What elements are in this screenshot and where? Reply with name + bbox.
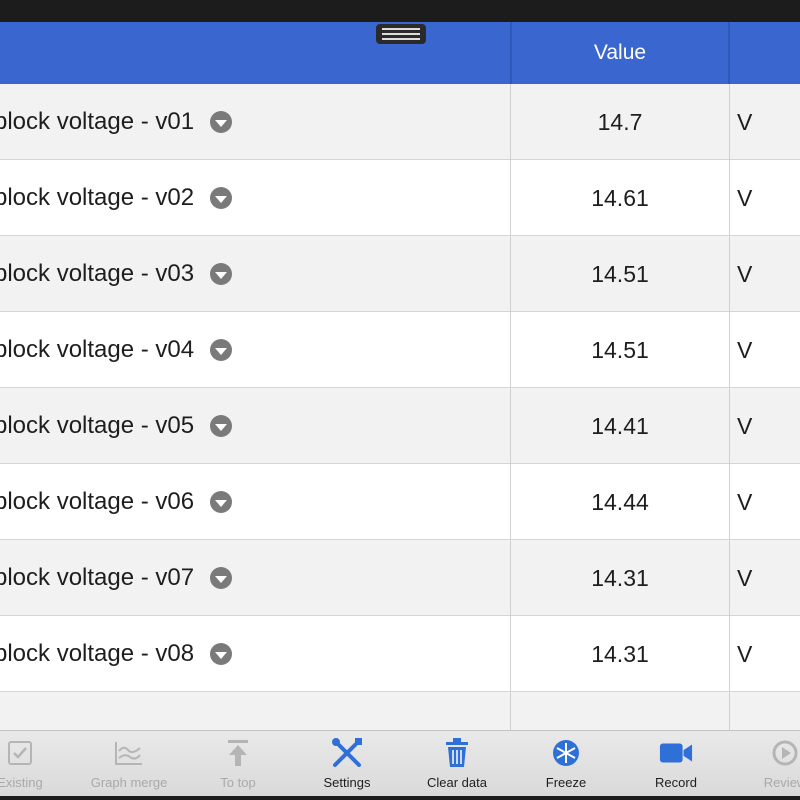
snowflake-icon	[549, 736, 583, 770]
header-divider	[728, 22, 730, 84]
parameter-name: block voltage - v06	[0, 488, 195, 515]
tools-icon	[330, 736, 364, 770]
parameter-value: 14.41	[591, 412, 649, 439]
parameter-unit: V	[737, 640, 753, 667]
bottom-toolbar: Existing Graph merge To top Settings Cle…	[0, 730, 800, 800]
data-table[interactable]: block voltage - v01 14.7 V block voltage…	[0, 84, 800, 730]
clear-data-button[interactable]: Clear data	[402, 731, 512, 797]
to-top-button[interactable]: To top	[183, 731, 293, 797]
dropdown-icon[interactable]	[210, 263, 232, 285]
video-camera-icon	[659, 736, 693, 770]
parameter-value: 14.61	[591, 184, 649, 211]
settings-button[interactable]: Settings	[292, 731, 402, 797]
arrow-to-top-icon	[221, 736, 255, 770]
existing-button[interactable]: Existing	[0, 731, 75, 797]
parameter-name: block voltage - v04	[0, 336, 195, 363]
dropdown-icon[interactable]	[210, 339, 232, 361]
parameter-value: 14.31	[591, 564, 649, 591]
review-icon	[768, 736, 800, 770]
trash-icon	[440, 736, 474, 770]
parameter-value: 14.51	[591, 260, 649, 287]
dropdown-icon[interactable]	[210, 415, 232, 437]
dropdown-icon[interactable]	[210, 567, 232, 589]
freeze-button[interactable]: Freeze	[511, 731, 621, 797]
value-column-header: Value	[593, 41, 647, 64]
parameter-name: block voltage - v05	[0, 412, 195, 439]
parameter-unit: V	[737, 260, 753, 287]
bottom-edge-bar	[0, 796, 800, 800]
review-button[interactable]: Review	[730, 731, 800, 797]
drag-handle-icon[interactable]	[376, 24, 426, 44]
parameter-unit: V	[737, 488, 753, 515]
parameter-value: 14.51	[591, 336, 649, 363]
top-status-bar	[0, 0, 800, 22]
table-row[interactable]: block voltage - v01 14.7 V	[0, 84, 800, 160]
dropdown-icon[interactable]	[210, 111, 232, 133]
table-row[interactable]: block voltage - v05 14.41 V	[0, 388, 800, 464]
column-divider	[510, 84, 511, 730]
table-row[interactable]: block voltage - v03 14.51 V	[0, 236, 800, 312]
dropdown-icon[interactable]	[210, 643, 232, 665]
parameter-unit: V	[737, 108, 753, 135]
graph-icon	[112, 736, 146, 770]
parameter-name: block voltage - v02	[0, 184, 195, 211]
parameter-unit: V	[737, 184, 753, 211]
parameter-unit: V	[737, 336, 753, 363]
graph-merge-button[interactable]: Graph merge	[74, 731, 184, 797]
table-row[interactable]: block voltage - v02 14.61 V	[0, 160, 800, 236]
parameter-value: 14.7	[597, 108, 643, 135]
parameter-value: 14.44	[591, 488, 649, 515]
parameter-value: 14.31	[591, 640, 649, 667]
dropdown-icon[interactable]	[210, 491, 232, 513]
column-divider	[729, 84, 730, 730]
table-row[interactable]: block voltage - v08 14.31 V	[0, 616, 800, 692]
dropdown-icon[interactable]	[210, 187, 232, 209]
parameter-unit: V	[737, 412, 753, 439]
parameter-name: block voltage - v07	[0, 564, 195, 591]
table-row[interactable]: block voltage - v04 14.51 V	[0, 312, 800, 388]
table-row[interactable]: block voltage - v07 14.31 V	[0, 540, 800, 616]
checkbox-icon	[3, 736, 37, 770]
parameter-name: block voltage - v08	[0, 640, 195, 667]
record-button[interactable]: Record	[621, 731, 731, 797]
parameter-name: block voltage - v03	[0, 260, 195, 287]
parameter-unit: V	[737, 564, 753, 591]
parameter-name: block voltage - v01	[0, 108, 195, 135]
table-row[interactable]: block voltage - v06 14.44 V	[0, 464, 800, 540]
table-row[interactable]	[0, 692, 800, 730]
